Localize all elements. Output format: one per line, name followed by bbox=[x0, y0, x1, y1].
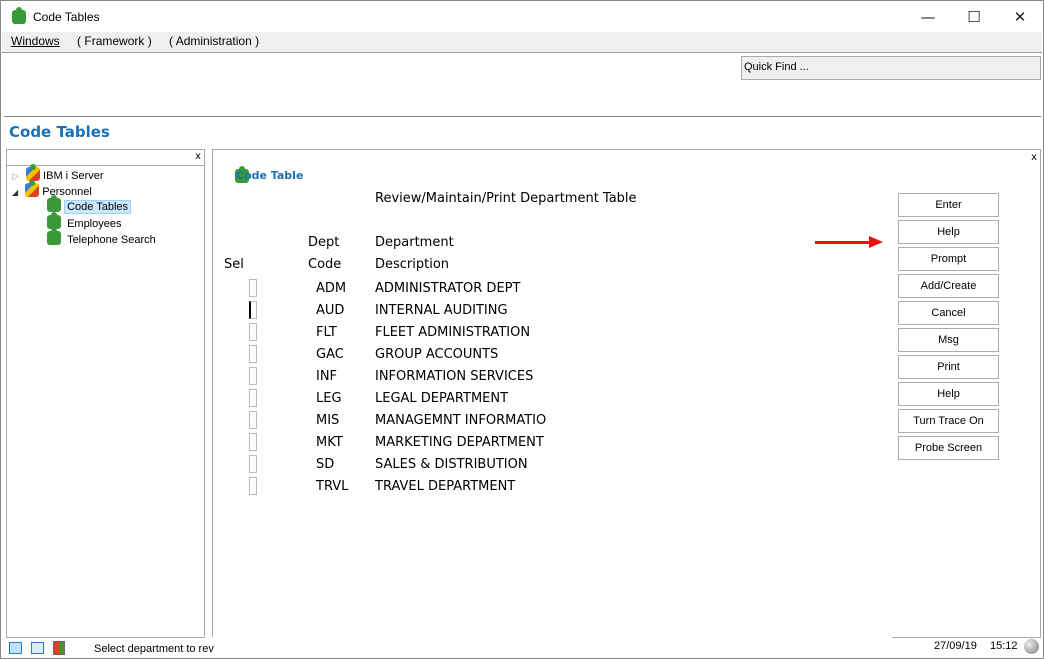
dept-description: SALES & DISTRIBUTION bbox=[375, 457, 528, 472]
menu-administration[interactable]: ( Administration ) bbox=[169, 34, 259, 48]
dept-code: AUD bbox=[316, 303, 345, 318]
menu-framework[interactable]: ( Framework ) bbox=[77, 34, 152, 48]
divider bbox=[892, 637, 1041, 638]
sel-input[interactable] bbox=[249, 301, 257, 319]
table-row: GAC GROUP ACCOUNTS bbox=[1, 345, 601, 369]
dept-code: FLT bbox=[316, 325, 337, 340]
tree-item-telephone-search[interactable]: Telephone Search bbox=[47, 228, 159, 247]
dept-code: MIS bbox=[316, 413, 340, 428]
dept-description: LEGAL DEPARTMENT bbox=[375, 391, 509, 406]
tree-item-employees[interactable]: Employees bbox=[47, 212, 124, 231]
divider bbox=[4, 116, 1041, 117]
col-header-description: Description bbox=[375, 257, 450, 272]
panel-close-button[interactable]: x bbox=[1031, 152, 1037, 163]
dept-description: TRAVEL DEPARTMENT bbox=[375, 479, 516, 494]
sel-input[interactable] bbox=[249, 411, 257, 429]
turn-trace-on-button[interactable]: Turn Trace On bbox=[898, 409, 999, 433]
add-create-button[interactable]: Add/Create bbox=[898, 274, 999, 298]
sel-input[interactable] bbox=[249, 433, 257, 451]
sel-input[interactable] bbox=[249, 279, 257, 297]
connection-status-icon bbox=[1024, 639, 1039, 654]
sel-input[interactable] bbox=[249, 367, 257, 385]
dept-description: GROUP ACCOUNTS bbox=[375, 347, 499, 362]
tree-item-label: IBM i Server bbox=[43, 170, 104, 182]
col-header-department: Department bbox=[375, 235, 454, 250]
window-title: Code Tables bbox=[33, 10, 100, 24]
maximize-button[interactable]: ☐ bbox=[951, 3, 997, 31]
col-header-sel: Sel bbox=[224, 257, 244, 272]
page-title: Code Tables bbox=[9, 123, 110, 141]
tree-item-label: Employees bbox=[67, 218, 122, 230]
tree-item-label: Telephone Search bbox=[67, 234, 156, 246]
minimize-button[interactable]: — bbox=[905, 3, 951, 31]
table-row: ADM ADMINISTRATOR DEPT bbox=[1, 279, 601, 303]
sel-input[interactable] bbox=[249, 345, 257, 363]
dept-code: LEG bbox=[316, 391, 342, 406]
menu-bar: Windows ( Framework ) ( Administration ) bbox=[2, 32, 1042, 53]
close-button[interactable]: ✕ bbox=[997, 3, 1043, 31]
sel-input[interactable] bbox=[249, 477, 257, 495]
table-row: MIS MANAGEMNT INFORMATIO bbox=[1, 411, 601, 435]
help-button[interactable]: Help bbox=[898, 220, 999, 244]
red-arrow-icon bbox=[815, 241, 875, 244]
tree-item-ibm-i-server[interactable]: ▷ IBM i Server bbox=[12, 164, 104, 183]
cancel-button[interactable]: Cancel bbox=[898, 301, 999, 325]
dept-description: FLEET ADMINISTRATION bbox=[375, 325, 531, 340]
help-button[interactable]: Help bbox=[898, 382, 999, 406]
puzzle-icon bbox=[47, 212, 61, 229]
puzzle-icon bbox=[47, 228, 61, 245]
grid-icon[interactable] bbox=[31, 642, 44, 654]
panel-title: Code Table bbox=[236, 169, 304, 182]
dept-code: ADM bbox=[316, 281, 347, 296]
menu-windows[interactable]: Windows bbox=[11, 34, 60, 48]
sel-input[interactable] bbox=[249, 389, 257, 407]
col-header-code: Code bbox=[308, 257, 342, 272]
status-time: 15:12 bbox=[990, 640, 1018, 652]
window-icon[interactable] bbox=[9, 642, 22, 654]
table-row: SD SALES & DISTRIBUTION bbox=[1, 455, 601, 479]
table-row: FLT FLEET ADMINISTRATION bbox=[1, 323, 601, 347]
dept-description: MARKETING DEPARTMENT bbox=[375, 435, 544, 450]
table-row: MKT MARKETING DEPARTMENT bbox=[1, 433, 601, 457]
table-row: LEG LEGAL DEPARTMENT bbox=[1, 389, 601, 413]
form-heading: Review/Maintain/Print Department Table bbox=[375, 191, 637, 206]
quick-find-input[interactable]: Quick Find ... bbox=[741, 56, 1041, 80]
dept-description: INTERNAL AUDITING bbox=[375, 303, 508, 318]
table-row: TRVL TRAVEL DEPARTMENT bbox=[1, 477, 601, 501]
tree-close-button[interactable]: x bbox=[195, 151, 201, 162]
probe-screen-button[interactable]: Probe Screen bbox=[898, 436, 999, 460]
dept-code: INF bbox=[316, 369, 338, 384]
personnel-icon bbox=[25, 180, 40, 197]
puzzle-icon bbox=[47, 195, 61, 212]
tree-item-label: Code Tables bbox=[64, 200, 132, 214]
dept-description: INFORMATION SERVICES bbox=[375, 369, 534, 384]
collapse-icon[interactable]: ◢ bbox=[12, 188, 18, 197]
dept-code: SD bbox=[316, 457, 335, 472]
status-date: 27/09/19 bbox=[934, 640, 977, 652]
dept-code: TRVL bbox=[316, 479, 349, 494]
dept-description: MANAGEMNT INFORMATIO bbox=[375, 413, 547, 428]
dept-code: GAC bbox=[316, 347, 344, 362]
arrow-head-icon bbox=[869, 236, 883, 248]
server-icon bbox=[25, 164, 40, 181]
tree-item-label: Personnel bbox=[42, 186, 92, 198]
print-button[interactable]: Print bbox=[898, 355, 999, 379]
tree-item-code-tables[interactable]: Code Tables bbox=[47, 195, 132, 214]
status-message: Select department to rev bbox=[94, 643, 214, 655]
dept-code: MKT bbox=[316, 435, 343, 450]
table-row: AUD INTERNAL AUDITING bbox=[1, 301, 601, 325]
col-header-dept: Dept bbox=[308, 235, 340, 250]
sel-input[interactable] bbox=[249, 455, 257, 473]
divider bbox=[7, 165, 204, 166]
table-row: INF INFORMATION SERVICES bbox=[1, 367, 601, 391]
prompt-button[interactable]: Prompt bbox=[898, 247, 999, 271]
enter-button[interactable]: Enter bbox=[898, 193, 999, 217]
palette-icon[interactable] bbox=[53, 641, 65, 655]
msg-button[interactable]: Msg bbox=[898, 328, 999, 352]
app-icon bbox=[12, 7, 26, 24]
app-window: Code Tables — ☐ ✕ Windows ( Framework ) … bbox=[0, 0, 1044, 659]
expand-icon[interactable]: ▷ bbox=[12, 171, 19, 181]
sel-input[interactable] bbox=[249, 323, 257, 341]
dept-description: ADMINISTRATOR DEPT bbox=[375, 281, 521, 296]
